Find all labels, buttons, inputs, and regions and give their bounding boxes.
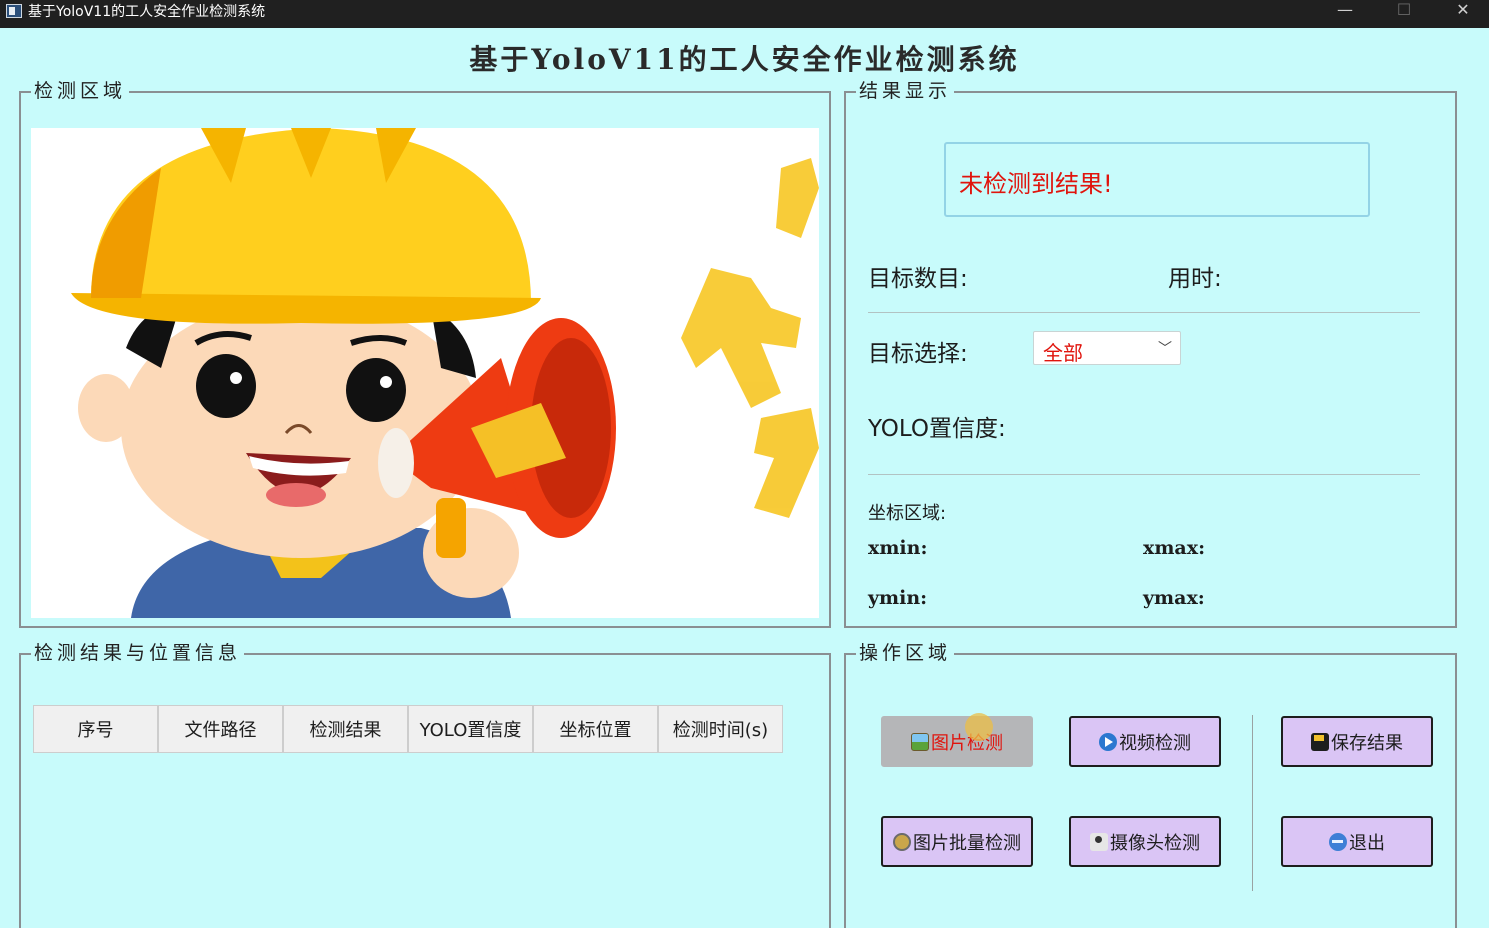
time-label: 用时: <box>1168 266 1222 292</box>
window-title: 基于YoloV11的工人安全作业检测系统 <box>28 4 266 20</box>
app-title: 基于YoloV11的工人安全作业检测系统 <box>469 43 1020 76</box>
result-status-box: 未检测到结果! <box>944 142 1370 217</box>
target-select[interactable]: 全部 ﹀ <box>1033 331 1181 365</box>
target-count-label: 目标数目: <box>868 266 968 292</box>
xmax-label: xmax: <box>1143 537 1206 559</box>
camera-icon <box>1090 832 1108 851</box>
operations-legend: 操作区域 <box>856 641 955 665</box>
video-detect-button[interactable]: 视频检测 <box>1069 716 1221 767</box>
camera-detect-label: 摄像头检测 <box>1110 832 1200 854</box>
image-icon <box>911 732 929 751</box>
column-header-index[interactable]: 序号 <box>33 705 158 753</box>
target-select-label: 目标选择: <box>868 341 968 367</box>
result-display-group: 结果显示 未检测到结果! 目标数目: 用时: 目标选择: 全部 ﹀ YOLO置信… <box>844 79 1457 628</box>
results-table-legend: 检测结果与位置信息 <box>31 641 245 665</box>
worker-illustration-icon <box>71 128 819 618</box>
play-icon <box>1099 732 1117 751</box>
exit-icon <box>1329 832 1347 851</box>
window-titlebar: 基于YoloV11的工人安全作业检测系统 — ☐ ✕ <box>0 0 1489 28</box>
mouse-cursor-highlight <box>965 713 993 741</box>
ymin-label: ymin: <box>868 587 928 609</box>
ops-divider <box>1252 715 1253 891</box>
operations-group: 操作区域 图片检测 视频检测 保存结果 图片批量检测 摄像头检测 退出 <box>844 641 1457 928</box>
close-button[interactable]: ✕ <box>1440 0 1486 28</box>
results-table-header: 序号 文件路径 检测结果 YOLO置信度 坐标位置 检测时间(s) <box>33 705 783 753</box>
detect-area-group: 检测区域 <box>19 79 831 628</box>
exit-button[interactable]: 退出 <box>1281 816 1433 867</box>
save-results-label: 保存结果 <box>1331 732 1403 754</box>
video-detect-label: 视频检测 <box>1119 732 1191 754</box>
coords-label: 坐标区域: <box>868 503 947 524</box>
result-display-legend: 结果显示 <box>856 79 955 103</box>
image-detect-button[interactable]: 图片检测 <box>881 716 1033 767</box>
save-results-button[interactable]: 保存结果 <box>1281 716 1433 767</box>
column-header-coords[interactable]: 坐标位置 <box>533 705 658 753</box>
exit-label: 退出 <box>1349 832 1385 854</box>
xmin-label: xmin: <box>868 537 928 559</box>
divider-line <box>868 312 1420 313</box>
column-header-result[interactable]: 检测结果 <box>283 705 408 753</box>
confidence-label: YOLO置信度: <box>868 416 1006 442</box>
detect-area-legend: 检测区域 <box>31 79 130 103</box>
batch-images-icon <box>893 832 911 851</box>
maximize-button[interactable]: ☐ <box>1381 0 1427 28</box>
app-window-icon <box>6 4 22 18</box>
column-header-time[interactable]: 检测时间(s) <box>658 705 783 753</box>
camera-detect-button[interactable]: 摄像头检测 <box>1069 816 1221 867</box>
divider-line <box>868 474 1420 475</box>
result-status-text: 未检测到结果! <box>959 170 1113 198</box>
column-header-confidence[interactable]: YOLO置信度 <box>408 705 533 753</box>
batch-detect-button[interactable]: 图片批量检测 <box>881 816 1033 867</box>
results-table-group: 检测结果与位置信息 序号 文件路径 检测结果 YOLO置信度 坐标位置 检测时间… <box>19 641 831 928</box>
chevron-down-icon: ﹀ <box>1158 341 1172 357</box>
detect-image-view <box>31 128 819 618</box>
target-select-value: 全部 <box>1043 341 1083 365</box>
batch-detect-label: 图片批量检测 <box>913 832 1021 854</box>
minimize-button[interactable]: — <box>1322 0 1368 28</box>
ymax-label: ymax: <box>1143 587 1205 609</box>
column-header-file-path[interactable]: 文件路径 <box>158 705 283 753</box>
save-icon <box>1311 732 1329 751</box>
